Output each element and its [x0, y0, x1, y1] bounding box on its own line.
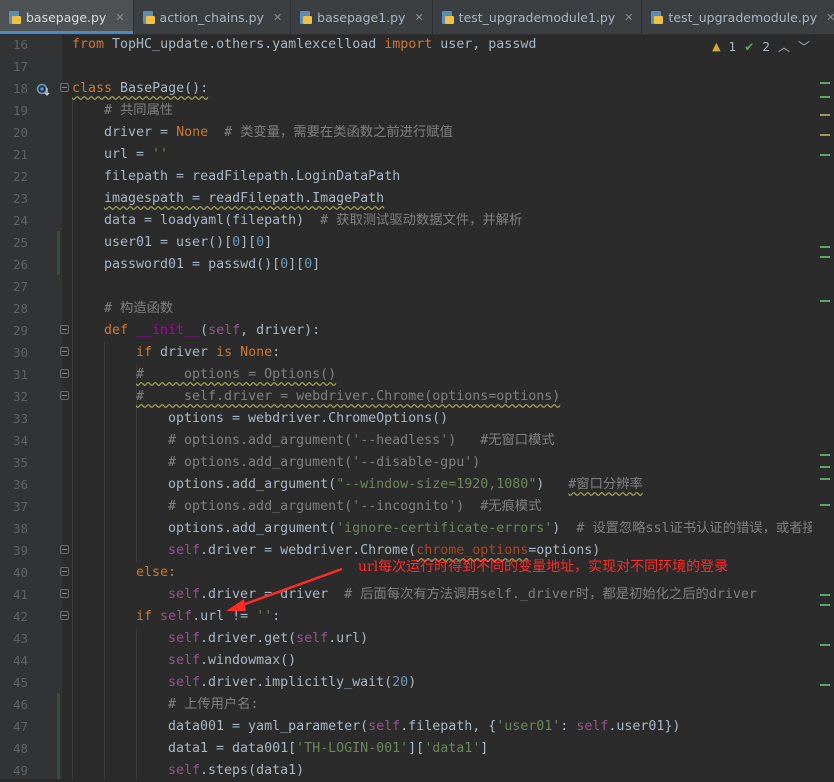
editor-tab-bar: basepage.py ✕ action_chains.py ✕ basepag… [0, 0, 834, 35]
code-line-47: data001 = yaml_parameter(self.filepath, … [168, 719, 681, 734]
warning-count: 1 [728, 39, 737, 54]
code-line-19: # 共同属性 [104, 103, 174, 118]
close-icon[interactable]: ✕ [414, 11, 423, 24]
chevron-down-icon[interactable]: ﹀ [798, 38, 810, 55]
code-line-37: # options.add_argument('--incognito') #无… [168, 499, 542, 514]
python-file-icon [441, 10, 454, 24]
stripe-mark[interactable] [820, 256, 830, 258]
code-line-31: # options = Options() [136, 367, 337, 382]
code-line-36: options.add_argument("--window-size=1920… [168, 477, 643, 492]
tab-label: test_upgrademodule1.py [458, 9, 616, 25]
stripe-mark[interactable] [820, 644, 830, 646]
code-line-42: if self.url != '': [136, 609, 281, 624]
stripe-mark[interactable] [820, 454, 830, 456]
code-line-43: self.driver.get(self.url) [168, 631, 369, 646]
annotation-text: url每次运行时得到不同的变量地址，实现对不同环境的登录 [358, 559, 729, 575]
python-file-icon [142, 10, 155, 24]
stripe-mark[interactable] [820, 154, 830, 156]
python-file-icon [299, 10, 313, 24]
code-line-18: class BasePage(): [72, 81, 209, 96]
code-line-45: self.driver.implicitly_wait(20) [168, 675, 417, 690]
inspection-widget[interactable]: ▲ 1 ✔ 2 ︿ ﹀ [712, 38, 810, 55]
code-line-44: self.windowmax() [168, 653, 297, 668]
code-line-21: url = '' [104, 147, 169, 162]
code-line-34: # options.add_argument('--headless') #无窗… [168, 433, 555, 448]
chevron-up-icon[interactable]: ︿ [778, 38, 790, 55]
stripe-mark[interactable] [820, 96, 830, 98]
tab-label: basepage1.py [317, 9, 406, 25]
code-line-46: # 上传用户名: [168, 697, 259, 712]
stripe-mark[interactable] [820, 478, 830, 480]
stripe-mark[interactable] [820, 134, 830, 136]
code-line-16: from TopHC_update.others.yamlexcelload i… [72, 37, 537, 52]
code-line-29: def __init__(self, driver): [104, 323, 321, 338]
code-line-30: if driver is None: [136, 345, 281, 360]
code-line-26: password01 = passwd()[0][0] [104, 257, 321, 272]
stripe-mark[interactable] [820, 466, 830, 468]
tab-label: action_chains.py [159, 9, 264, 25]
stripe-mark[interactable] [820, 504, 830, 506]
code-line-23: imagespath = readFilepath.ImagePath [104, 191, 385, 206]
code-line-48: data1 = data001['TH-LOGIN-001']['data1'] [168, 741, 489, 756]
close-icon[interactable]: ✕ [826, 11, 834, 24]
tab-basepage[interactable]: basepage.py ✕ [0, 0, 134, 34]
tab-action-chains[interactable]: action_chains.py ✕ [134, 0, 292, 34]
code-line-35: # options.add_argument('--disable-gpu') [168, 455, 481, 470]
close-icon[interactable]: ✕ [115, 11, 124, 24]
error-stripe-scrollbar[interactable] [812, 34, 834, 779]
code-line-41: self.driver = driver # 后面每次有方法调用self._dr… [168, 587, 757, 602]
code-line-40: else: [136, 565, 177, 580]
tab-test-upgrademodule1[interactable]: test_upgrademodule1.py ✕ [433, 0, 643, 34]
close-icon[interactable]: ✕ [273, 11, 282, 24]
tab-basepage1[interactable]: basepage1.py ✕ [291, 0, 433, 34]
code-editor[interactable]: from TopHC_update.others.yamlexcelload i… [0, 34, 834, 779]
code-line-33: options = webdriver.ChromeOptions() [168, 411, 449, 426]
stripe-mark[interactable] [820, 604, 830, 606]
code-line-32: # self.driver = webdriver.Chrome(options… [136, 389, 561, 404]
check-icon: ✔ [744, 39, 755, 54]
code-line-28: # 构造函数 [104, 301, 174, 316]
python-file-icon [650, 10, 664, 24]
code-line-22: filepath = readFilepath.LoginDataPath [104, 169, 401, 184]
tab-label: test_upgrademodule.py [668, 9, 818, 25]
python-file-icon [8, 10, 21, 24]
code-line-25: user01 = user()[0][0] [104, 235, 273, 250]
stripe-mark[interactable] [820, 684, 830, 686]
stripe-mark[interactable] [820, 246, 830, 248]
tab-label: basepage.py [26, 9, 107, 25]
close-icon[interactable]: ✕ [624, 11, 633, 24]
stripe-mark[interactable] [820, 300, 830, 302]
stripe-mark[interactable] [820, 594, 830, 596]
stripe-mark[interactable] [820, 114, 830, 116]
warning-icon: ▲ [712, 40, 721, 53]
weak-warning-count: 2 [762, 39, 770, 54]
code-line-20: driver = None # 类变量，需要在类函数之前进行赋值 [104, 125, 453, 140]
tab-test-upgrademodule[interactable]: test_upgrademodule.py ✕ [642, 0, 834, 34]
stripe-mark[interactable] [820, 82, 830, 84]
code-line-38: options.add_argument('ignore-certificate… [168, 521, 834, 536]
code-line-24: data = loadyaml(filepath) # 获取测试驱动数据文件，并… [104, 213, 523, 228]
